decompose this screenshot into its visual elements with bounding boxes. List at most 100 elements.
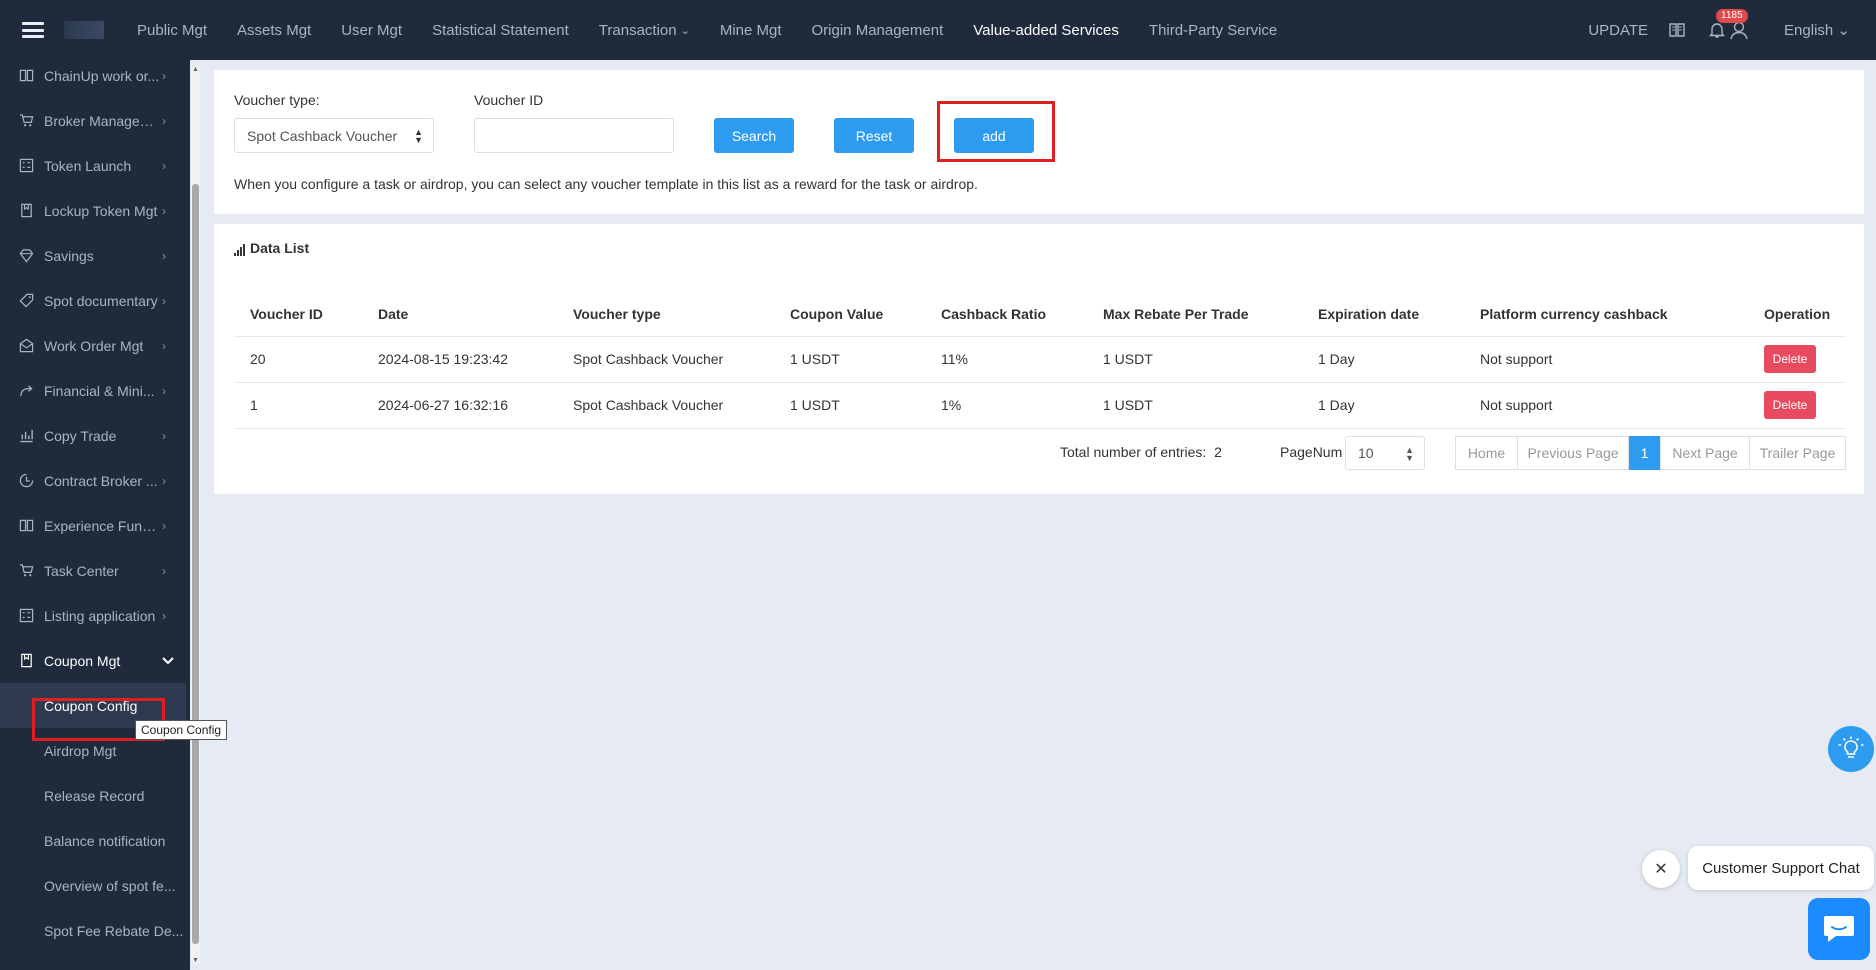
update-button[interactable]: UPDATE — [1588, 22, 1648, 39]
reset-button[interactable]: Reset — [834, 118, 914, 153]
book-icon[interactable] — [1666, 19, 1688, 41]
data-list-title-text: Data List — [250, 240, 310, 256]
scroll-up-arrow-icon[interactable]: ▲ — [191, 66, 200, 73]
signal-bars-icon — [234, 244, 246, 256]
sidebar-item-label: Work Order Mgt — [44, 337, 144, 354]
cell-ratio: 11% — [925, 336, 1087, 383]
chevron-right-icon: › — [162, 338, 166, 353]
chevron-right-icon: › — [162, 473, 166, 488]
sidebar-item-label: Lockup Token Mgt — [44, 202, 158, 219]
customer-support-chat-bubble[interactable]: Customer Support Chat — [1688, 846, 1874, 890]
scrollbar-thumb[interactable] — [192, 184, 199, 944]
sidebar-item-chainup-work-or[interactable]: ChainUp work or... › — [0, 60, 190, 98]
table-row: 1 2024-06-27 16:32:16 Spot Cashback Vouche… — [234, 382, 1846, 429]
sidebar-item-broker-managem[interactable]: Broker Managem... › — [0, 98, 190, 143]
nav-transaction-label: Transaction — [598, 21, 677, 39]
chevron-right-icon: › — [162, 563, 166, 578]
tag-icon — [18, 293, 34, 309]
col-expiration-date: Expiration date — [1302, 292, 1464, 337]
page-size-value: 10 — [1358, 445, 1374, 461]
sidebar-item-listing-application[interactable]: Listing application › — [0, 593, 190, 638]
cart-icon — [18, 563, 34, 579]
chevron-down-icon — [162, 654, 174, 668]
sidebar-menu: ChainUp work or... › Broker Managem... › Tok… — [0, 60, 190, 953]
grid-icon — [18, 608, 34, 624]
total-entries-value: 2 — [1214, 444, 1222, 460]
filter-panel: Voucher type: Spot Cashback Voucher ▲ ▼ V… — [214, 70, 1864, 214]
chevron-right-icon: › — [162, 158, 166, 173]
chevron-right-icon: › — [162, 383, 166, 398]
cell-expiration: 1 Day — [1302, 336, 1464, 383]
bell-icon[interactable]: 1185 — [1706, 9, 1748, 41]
chat-icon[interactable] — [1808, 898, 1870, 960]
page-previous-button[interactable]: Previous Page — [1517, 436, 1629, 470]
sidebar-item-label: Broker Managem... — [44, 112, 162, 129]
sidebar: ChainUp work or... › Broker Managem... › Tok… — [0, 60, 190, 970]
voucher-type-value: Spot Cashback Voucher — [247, 127, 398, 144]
book-icon — [18, 518, 34, 534]
delete-button[interactable]: Delete — [1764, 345, 1816, 373]
col-platform-cashback: Platform currency cashback — [1464, 292, 1748, 337]
lightbulb-icon[interactable] — [1828, 726, 1874, 772]
sidebar-scrollbar[interactable]: ▲ ▼ — [191, 66, 200, 964]
nav-origin-management[interactable]: Origin Management — [797, 0, 959, 60]
menu-toggle-icon[interactable] — [22, 22, 44, 38]
cell-platform-cashback: Not support — [1464, 336, 1748, 383]
sidebar-item-task-center[interactable]: Task Center › — [0, 548, 190, 593]
cell-platform-cashback: Not support — [1464, 382, 1748, 429]
sidebar-item-lockup-token-mgt[interactable]: Lockup Token Mgt › — [0, 188, 190, 233]
coupon-config-tooltip: Coupon Config — [135, 720, 228, 740]
top-navbar: Public Mgt Assets Mgt User Mgt Statistic… — [0, 0, 1876, 60]
top-right-tools: UPDATE 1185 English ⌄ — [1588, 0, 1876, 60]
sidebar-item-token-launch[interactable]: Token Launch › — [0, 143, 190, 188]
nav-user-mgt[interactable]: User Mgt — [326, 0, 417, 60]
nav-assets-mgt[interactable]: Assets Mgt — [222, 0, 326, 60]
chevron-right-icon: › — [162, 518, 166, 533]
voucher-type-select[interactable]: Spot Cashback Voucher ▲ ▼ — [234, 118, 434, 153]
search-button[interactable]: Search — [714, 118, 794, 153]
cell-operation: Delete — [1748, 336, 1846, 383]
nav-third-party-service[interactable]: Third-Party Service — [1134, 0, 1292, 60]
page-next-button[interactable]: Next Page — [1660, 436, 1750, 470]
sidebar-subitem-release-record[interactable]: Release Record — [0, 773, 186, 818]
sidebar-subitem-balance-notification[interactable]: Balance notification — [0, 818, 186, 863]
nav-transaction[interactable]: Transaction ⌄ — [584, 0, 705, 60]
sidebar-item-label: Spot documentary — [44, 292, 158, 309]
nav-statistical-statement[interactable]: Statistical Statement — [417, 0, 584, 60]
sidebar-item-copy-trade[interactable]: Copy Trade › — [0, 413, 190, 458]
chevron-right-icon: › — [162, 113, 166, 128]
data-list-panel: Data List Voucher ID Date Voucher type C… — [214, 224, 1864, 494]
nav-mine-mgt[interactable]: Mine Mgt — [705, 0, 797, 60]
sidebar-item-contract-broker[interactable]: Contract Broker ... › — [0, 458, 190, 503]
col-voucher-id: Voucher ID — [234, 292, 362, 337]
sidebar-item-savings[interactable]: Savings › — [0, 233, 190, 278]
sidebar-item-label: Copy Trade — [44, 427, 117, 444]
sidebar-subitem-overview-of-spot-fe[interactable]: Overview of spot fe... — [0, 863, 186, 908]
page-home-button[interactable]: Home — [1455, 436, 1518, 470]
sidebar-item-work-order-mgt[interactable]: Work Order Mgt › — [0, 323, 190, 368]
sidebar-item-experience-fundi[interactable]: Experience Fundi... › — [0, 503, 190, 548]
chevron-right-icon: › — [162, 68, 166, 83]
sidebar-item-spot-documentary[interactable]: Spot documentary › — [0, 278, 190, 323]
sidebar-item-label: Experience Fundi... — [44, 517, 162, 534]
page-last-button[interactable]: Trailer Page — [1749, 436, 1846, 470]
add-button[interactable]: add — [954, 118, 1034, 153]
page-current-button[interactable]: 1 — [1629, 436, 1660, 470]
sidebar-item-label: Task Center — [44, 562, 119, 579]
sidebar-subitem-spot-fee-rebate-de[interactable]: Spot Fee Rebate De... — [0, 908, 186, 953]
total-entries: Total number of entries: 2 — [1060, 444, 1222, 460]
delete-button[interactable]: Delete — [1764, 391, 1816, 419]
sidebar-item-financial-mini[interactable]: Financial & Mini... › — [0, 368, 190, 413]
voucher-id-input[interactable] — [474, 118, 674, 153]
nav-public-mgt[interactable]: Public Mgt — [122, 0, 222, 60]
sort-caret-icon: ▲ ▼ — [414, 127, 423, 145]
total-entries-label: Total number of entries: — [1060, 444, 1207, 460]
chevron-right-icon: › — [162, 608, 166, 623]
sidebar-item-coupon-mgt[interactable]: Coupon Mgt — [0, 638, 190, 683]
scroll-down-arrow-icon[interactable]: ▼ — [191, 957, 200, 964]
close-icon[interactable]: ✕ — [1642, 850, 1680, 888]
language-select[interactable]: English ⌄ — [1784, 21, 1850, 39]
voucher-type-label: Voucher type: — [234, 92, 320, 108]
page-size-select[interactable]: 10 ▲ ▼ — [1345, 436, 1425, 470]
nav-value-added-services[interactable]: Value-added Services — [958, 0, 1134, 60]
